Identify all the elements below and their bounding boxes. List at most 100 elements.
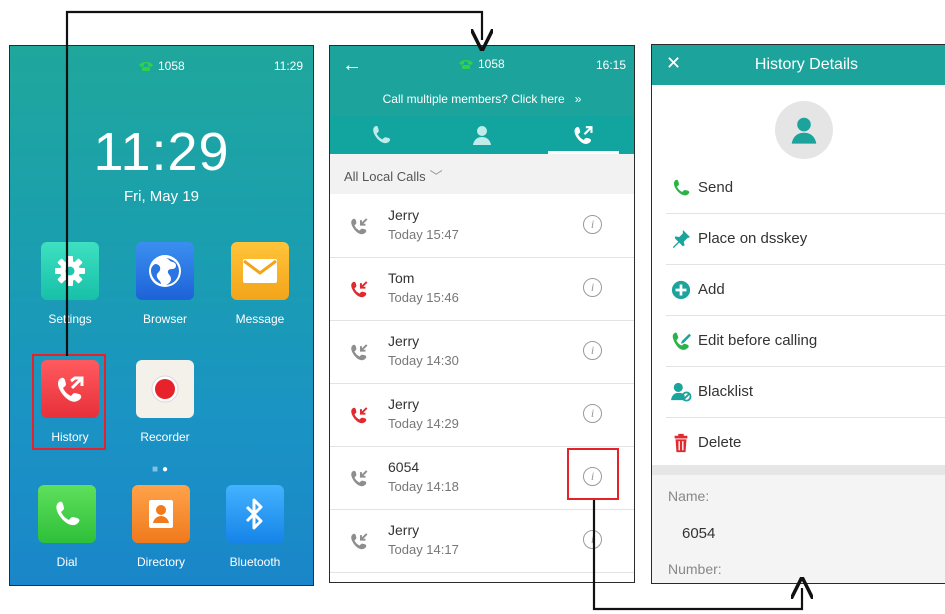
call-history-icon — [574, 126, 593, 144]
call-type-icon — [351, 218, 368, 235]
call-type-icon — [351, 281, 368, 298]
call-list-item[interactable]: Jerry Today 14:30 i — [330, 321, 634, 384]
app-label: Recorder — [140, 430, 190, 444]
info-icon[interactable]: i — [583, 530, 602, 549]
call-log-tabs — [330, 116, 634, 154]
app-settings[interactable]: Settings — [25, 242, 115, 326]
app-directory[interactable]: Directory — [116, 485, 206, 569]
option-delete[interactable]: Delete — [666, 418, 945, 469]
filter-label: All Local Calls — [344, 169, 426, 184]
call-list-item[interactable]: Jerry Today 14:17 i — [330, 510, 634, 573]
call-list-item[interactable]: Tom Today 15:46 i — [330, 258, 634, 321]
status-bar: 1058 11:29 — [10, 46, 313, 86]
app-message[interactable]: Message — [215, 242, 305, 326]
call-time: Today 14:17 — [388, 542, 459, 557]
tab-contacts[interactable] — [431, 116, 532, 154]
extension-number: 1058 — [158, 59, 185, 73]
back-arrow-icon[interactable]: ← — [342, 54, 362, 77]
info-icon[interactable]: i — [583, 278, 602, 297]
info-icon[interactable]: i — [583, 404, 602, 423]
person-icon — [791, 117, 817, 144]
person-icon — [472, 126, 491, 145]
caller-name: Tom — [388, 270, 415, 286]
info-highlight-box — [567, 448, 619, 500]
option-blacklist[interactable]: Blacklist — [666, 367, 945, 418]
tab-dialer[interactable] — [330, 116, 431, 154]
call-list-item[interactable]: Jerry Today 15:47 i — [330, 195, 634, 258]
gear-icon — [55, 256, 85, 286]
call-time: Today 15:46 — [388, 290, 459, 305]
app-label: Dial — [56, 555, 78, 569]
extension-number: 1058 — [478, 57, 505, 71]
name-value: 6054 — [682, 525, 716, 542]
option-place-on-dsskey[interactable]: Place on dsskey — [666, 214, 945, 265]
home-screen: 1058 11:29 11:29 Fri, May 19 Settings Br… — [9, 45, 314, 586]
chevron-down-icon: ﹀ — [429, 169, 443, 184]
caller-name: 6054 — [388, 459, 420, 475]
clock: 11:29 — [93, 122, 230, 182]
caller-name: Jerry — [388, 522, 420, 538]
name-label: Name: — [668, 488, 710, 504]
avatar — [775, 101, 833, 159]
app-label: Message — [235, 312, 285, 326]
call-type-icon — [351, 407, 368, 424]
caller-name: Jerry — [388, 207, 420, 223]
phone-icon — [56, 501, 80, 526]
phone-icon — [139, 62, 153, 71]
call-filter-dropdown[interactable]: All Local Calls ﹀ — [330, 154, 634, 194]
status-time: 16:15 — [595, 58, 626, 72]
caller-name: Jerry — [388, 333, 420, 349]
option-add[interactable]: Add — [666, 265, 945, 316]
app-bluetooth[interactable]: Bluetooth — [210, 485, 300, 569]
app-recorder[interactable]: Recorder — [120, 360, 210, 444]
option-edit-before-calling[interactable]: Edit before calling — [666, 316, 945, 367]
call-time: Today 14:18 — [388, 479, 459, 494]
add-icon — [671, 280, 691, 300]
option-label: Add — [698, 281, 725, 298]
extension-indicator: 1058 — [138, 59, 185, 73]
blacklist-icon — [671, 382, 692, 402]
date: Fri, May 19 — [123, 188, 199, 205]
option-label: Blacklist — [698, 383, 754, 400]
option-label: Edit before calling — [698, 332, 818, 349]
app-label: Settings — [48, 312, 92, 326]
call-time: Today 15:47 — [388, 227, 459, 242]
phone-icon — [372, 125, 390, 144]
app-browser[interactable]: Browser — [120, 242, 210, 326]
banner-text: Call multiple members? Click here — [382, 92, 565, 106]
call-type-icon — [351, 533, 368, 550]
globe-icon — [149, 255, 181, 287]
trash-icon — [674, 433, 688, 453]
app-label: Bluetooth — [229, 555, 281, 569]
info-icon[interactable]: i — [583, 341, 602, 360]
option-label: Send — [698, 179, 734, 196]
page-indicator: ■● — [152, 464, 173, 475]
app-dial[interactable]: Dial — [22, 485, 112, 569]
edit-call-icon — [672, 332, 691, 350]
history-details-screen: ✕ History Details Send Place on dsskey A… — [651, 44, 945, 584]
tab-history[interactable] — [533, 116, 634, 154]
status-time: 11:29 — [273, 59, 303, 73]
bluetooth-icon — [245, 498, 263, 530]
call-time: Today 14:30 — [388, 353, 459, 368]
info-icon[interactable]: i — [583, 215, 602, 234]
number-label: Number: — [668, 561, 722, 577]
extension-indicator: 1058 — [458, 57, 505, 71]
call-log-header: ← 1058 16:15 Call multiple members? Clic… — [330, 46, 634, 116]
option-label: Delete — [698, 434, 742, 451]
multi-call-banner[interactable]: Call multiple members? Click here » — [330, 92, 634, 106]
phone-icon — [673, 179, 690, 196]
record-icon — [151, 375, 179, 403]
app-label: Directory — [136, 555, 185, 569]
details-header: ✕ History Details — [652, 45, 945, 85]
call-type-icon — [351, 344, 368, 361]
app-label: Browser — [142, 312, 187, 326]
call-log-screen: ← 1058 16:15 Call multiple members? Clic… — [329, 45, 635, 583]
phone-icon — [459, 60, 473, 69]
history-highlight-box — [32, 354, 106, 450]
page-title: History Details — [754, 56, 859, 73]
call-list-item[interactable]: Jerry Today 14:29 i — [330, 384, 634, 447]
contact-card-icon — [149, 500, 173, 528]
option-send[interactable]: Send — [666, 163, 945, 214]
caller-name: Jerry — [388, 396, 420, 412]
